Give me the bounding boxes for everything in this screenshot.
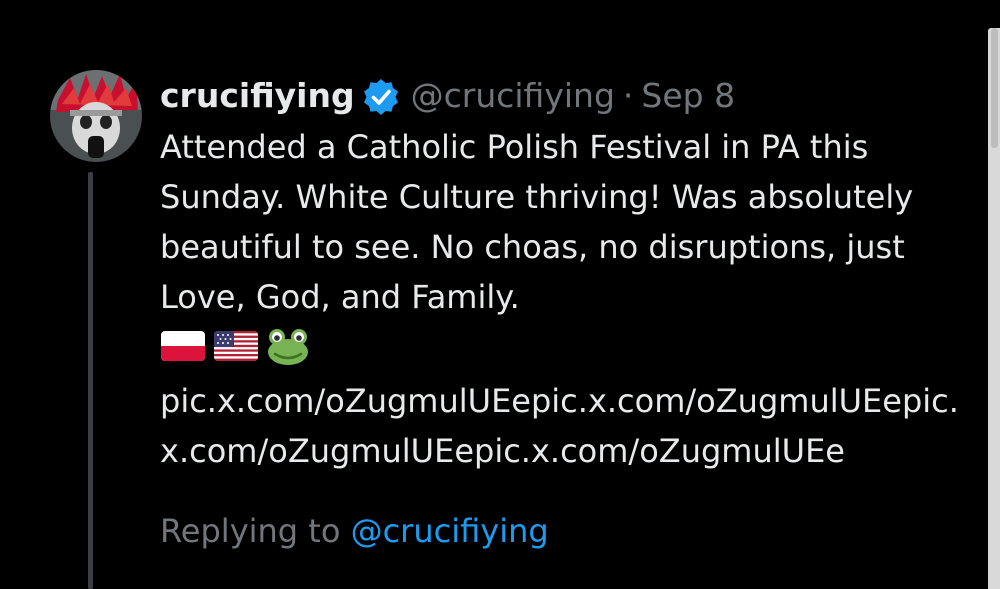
tweet: crucifiying @crucifiying · Sep 8 Attende… [160,66,970,476]
thread-line [88,172,93,589]
poland-flag-icon [160,329,206,367]
timestamp[interactable]: Sep 8 [641,76,735,115]
verified-badge-icon [361,77,401,117]
scrollbar-thumb[interactable] [991,28,998,148]
separator-dot: · [622,75,634,115]
tweet-text: Attended a Catholic Polish Festival in P… [160,128,914,316]
replying-prefix: Replying to [160,512,351,550]
frog-icon [266,326,310,370]
avatar[interactable] [50,70,142,162]
avatar-image [50,70,142,162]
tweet-view: crucifiying @crucifiying · Sep 8 Attende… [0,0,1000,589]
display-name[interactable]: crucifiying [160,76,355,115]
emoji-row [160,326,970,370]
tweet-header: crucifiying @crucifiying · Sep 8 [160,66,970,124]
media-link[interactable]: pic.x.com/oZugmulUEepic.x.com/oZugmulUEe… [160,376,970,476]
replying-handle-link[interactable]: @crucifiying [351,512,549,550]
replying-to: Replying to @crucifiying [160,512,549,550]
handle[interactable]: @crucifiying [411,76,615,115]
us-flag-icon [213,329,259,367]
